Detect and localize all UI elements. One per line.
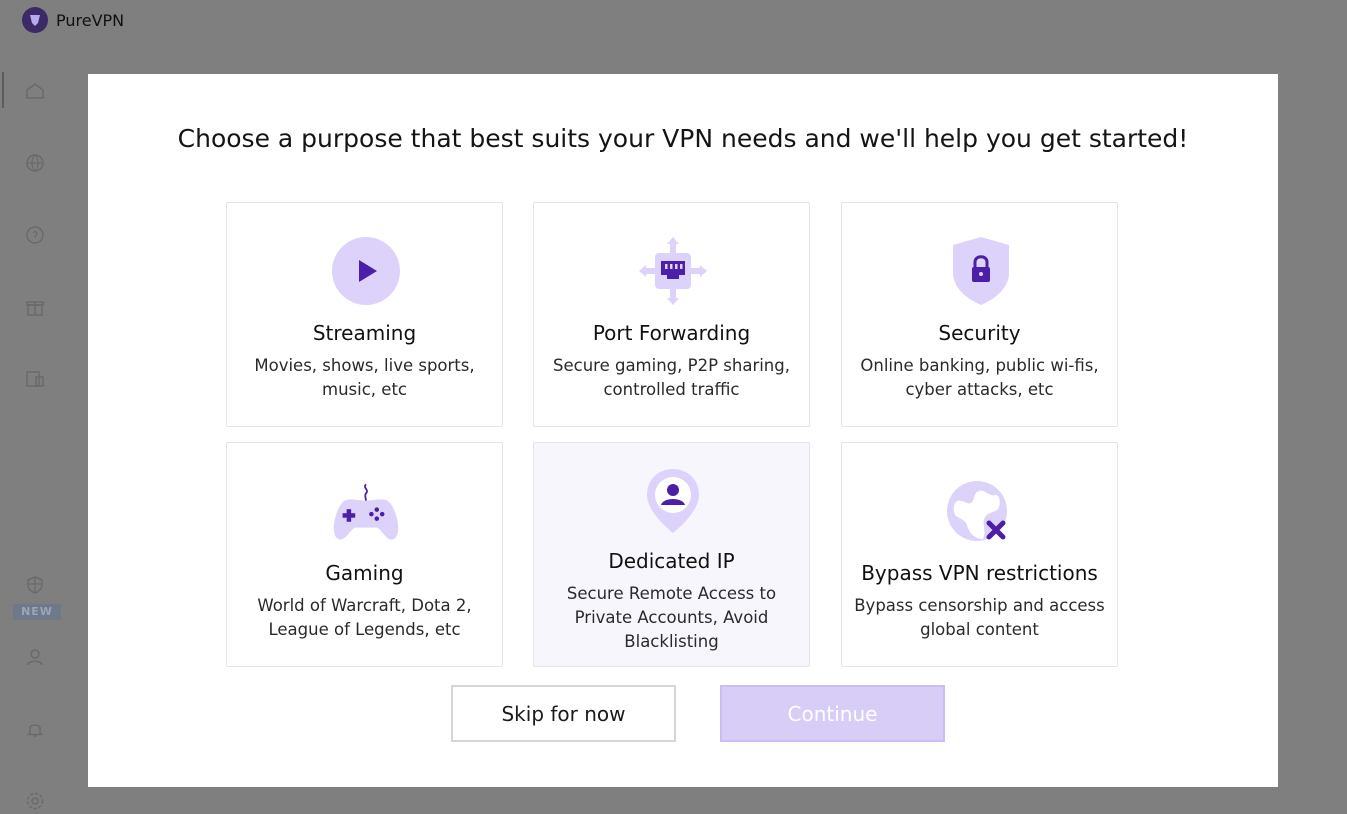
card-description: Secure Remote Access to Private Accounts… [566, 584, 777, 651]
shield-icon[interactable] [22, 572, 48, 598]
card-title: Streaming [312, 321, 417, 345]
continue-button[interactable]: Continue [720, 685, 945, 742]
purpose-card-bypass-restrictions[interactable]: Bypass VPN restrictions Bypass censorshi… [841, 442, 1118, 667]
card-description: Bypass censorship and access global cont… [854, 596, 1105, 639]
help-icon[interactable] [22, 222, 48, 248]
shield-lock-icon [953, 237, 1009, 305]
location-user-icon [647, 469, 699, 533]
card-title: Port Forwarding [592, 321, 751, 345]
purpose-card-streaming[interactable]: Streaming Movies, shows, live sports, mu… [226, 202, 503, 427]
card-title: Security [938, 321, 1021, 345]
card-description: World of Warcraft, Dota 2, League of Leg… [257, 596, 472, 639]
gift-icon[interactable] [22, 294, 48, 320]
skip-for-now-button[interactable]: Skip for now [451, 685, 676, 742]
settings-icon[interactable] [22, 788, 48, 814]
gamepad-icon [333, 483, 399, 540]
globe-blocked-icon [947, 481, 1007, 541]
card-title: Dedicated IP [608, 549, 735, 573]
card-description: Secure gaming, P2P sharing, controlled t… [553, 356, 790, 399]
sidebar: NEW [0, 40, 70, 814]
purpose-selection-modal: Choose a purpose that best suits your VP… [88, 74, 1278, 787]
purpose-card-gaming[interactable]: Gaming World of Warcraft, Dota 2, League… [226, 442, 503, 667]
card-title: Bypass VPN restrictions [861, 561, 1098, 585]
play-icon [332, 237, 400, 305]
devices-icon[interactable] [22, 366, 48, 392]
user-icon[interactable] [22, 644, 48, 670]
card-description: Online banking, public wi-fis, cyber att… [860, 356, 1099, 399]
purpose-card-security[interactable]: Security Online banking, public wi-fis, … [841, 202, 1118, 427]
port-icon [639, 237, 707, 305]
purpose-card-port-forwarding[interactable]: Port Forwarding Secure gaming, P2P shari… [533, 202, 810, 427]
sidebar-active-indicator [2, 72, 4, 108]
home-icon[interactable] [22, 78, 48, 104]
title-bar: PureVPN [0, 0, 1347, 40]
globe-icon[interactable] [22, 150, 48, 176]
app-title: PureVPN [56, 10, 125, 30]
card-description: Movies, shows, live sports, music, etc [254, 356, 475, 399]
purevpn-logo-icon [22, 7, 48, 33]
card-title: Gaming [325, 561, 404, 585]
purpose-card-dedicated-ip[interactable]: Dedicated IP Secure Remote Access to Pri… [533, 442, 810, 667]
new-badge: NEW [13, 604, 61, 620]
modal-heading: Choose a purpose that best suits your VP… [177, 124, 1189, 153]
bell-icon[interactable] [22, 716, 48, 742]
